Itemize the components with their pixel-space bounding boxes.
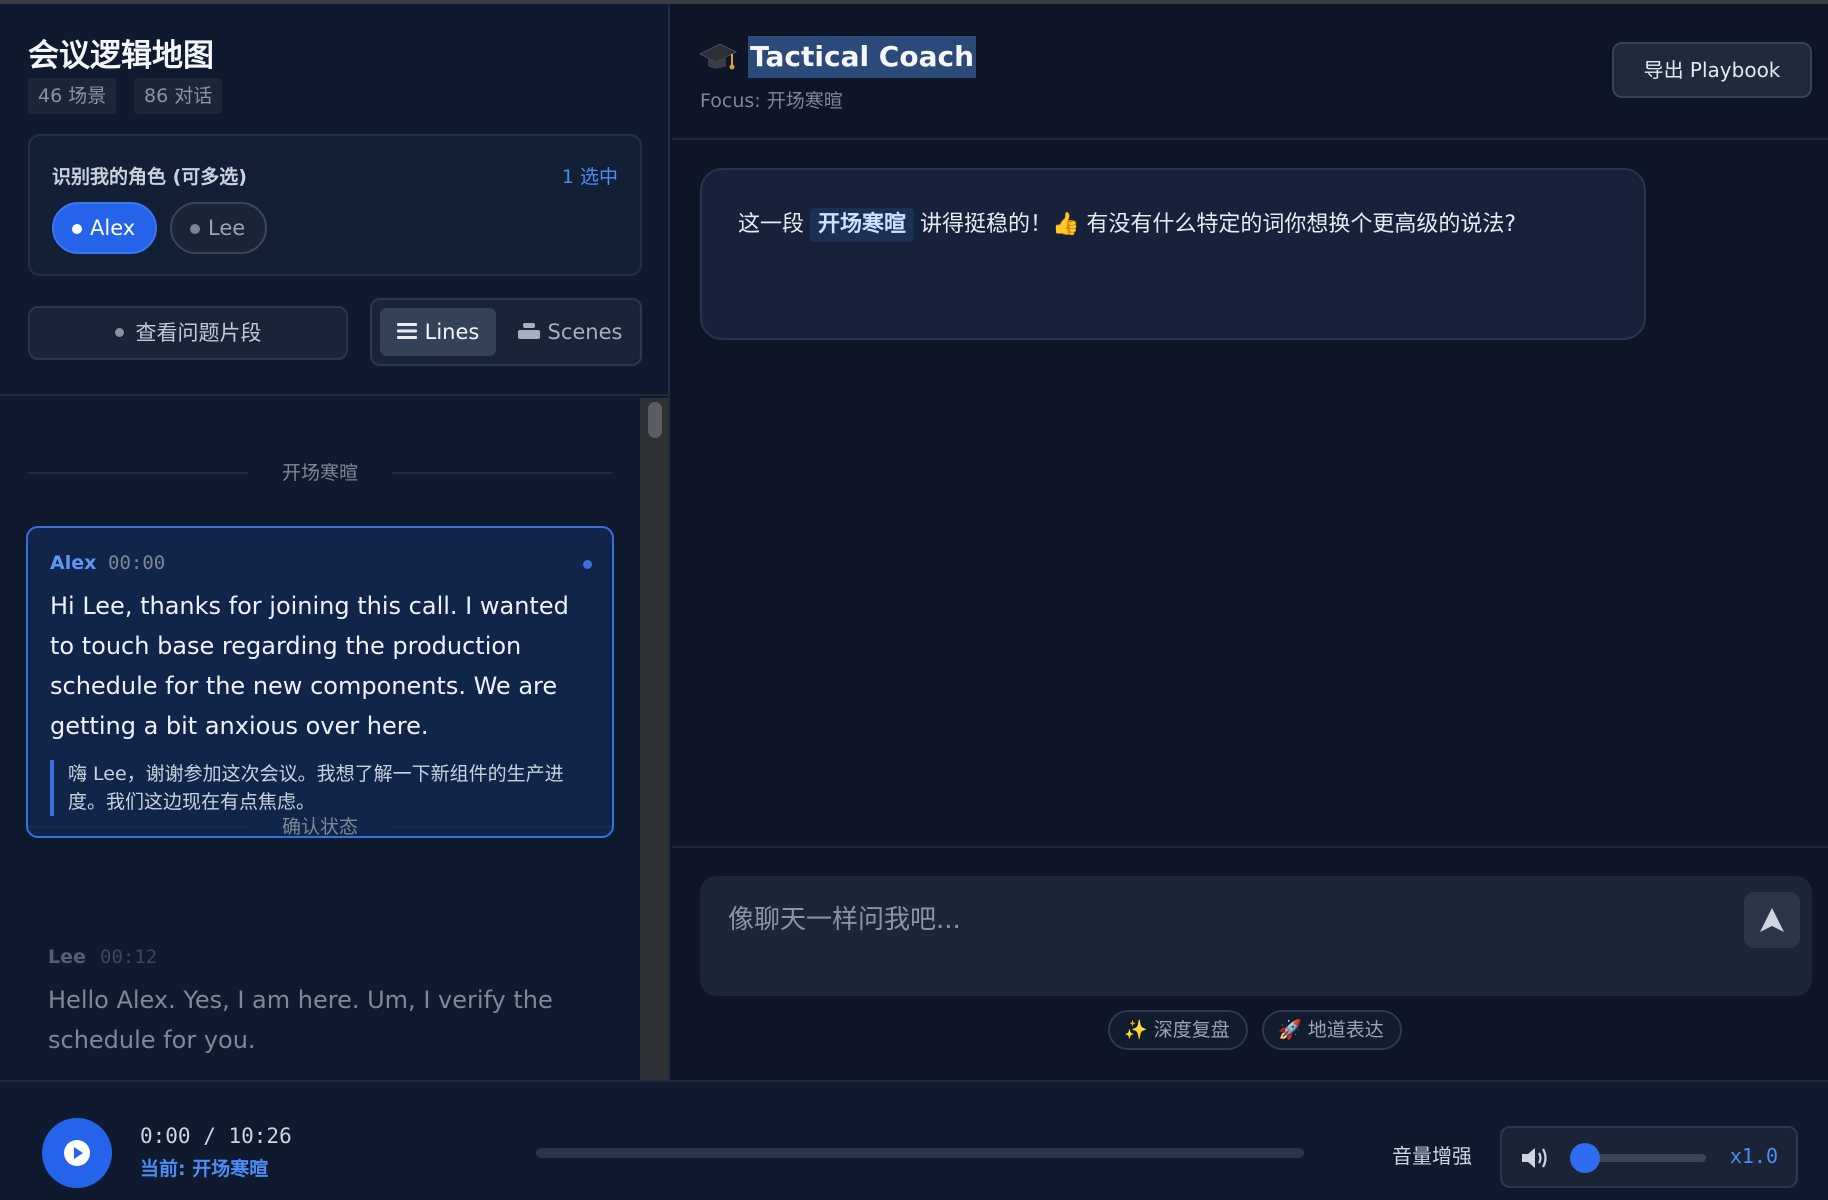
unselected-dot-icon [190, 224, 200, 234]
selected-dot-icon [72, 224, 82, 234]
volume-control: x1.0 [1500, 1126, 1798, 1188]
coach-focus: Focus: 开场寒暄 [700, 90, 843, 112]
role-chip-alex[interactable]: Alex [52, 202, 158, 254]
section-divider: 确认状态 [28, 812, 612, 842]
dot-icon [114, 327, 124, 337]
left-panel: 会议逻辑地图 46 场景 86 对话 识别我的角色 (可多选) 1 选中 Ale… [0, 4, 670, 1080]
message-text: 讲得挺稳的！👍 有没有什么特定的词你想换个更高级的说法? [920, 212, 1517, 237]
role-chip-label: Alex [90, 216, 136, 240]
graduation-cap-icon [698, 43, 738, 70]
section-title: 确认状态 [281, 816, 358, 838]
line-timestamp: 00:12 [100, 946, 158, 968]
transcript-scrollbar[interactable] [640, 398, 668, 1080]
chat-input[interactable] [728, 900, 1688, 940]
line-text: Hello Alex. Yes, I am here. Um, I verify… [48, 986, 553, 1054]
native-expression-button[interactable]: 🚀 地道表达 [1262, 1010, 1402, 1050]
coach-panel: Tactical Coach Focus: 开场寒暄 导出 Playbook 这… [672, 4, 1828, 1080]
transcript-line-active[interactable]: Alex 00:00 Hi Lee, thanks for joining th… [26, 526, 614, 838]
message-text: 这一段 [738, 212, 805, 237]
chat-input-box [700, 876, 1812, 996]
message-highlight: 开场寒暄 [810, 208, 915, 242]
section-divider: 开场寒暄 [28, 458, 612, 488]
divider [672, 846, 1828, 848]
view-issues-button[interactable]: 查看问题片段 [28, 306, 348, 360]
export-playbook-button[interactable]: 导出 Playbook [1612, 42, 1812, 98]
role-chip-label: Lee [208, 216, 246, 240]
coach-message-bubble: 这一段 开场寒暄 讲得挺稳的！👍 有没有什么特定的词你想换个更高级的说法? [700, 168, 1646, 340]
scenes-view-button[interactable]: Scenes [506, 308, 634, 356]
lines-view-button[interactable]: Lines [380, 308, 496, 356]
volume-icon[interactable] [1520, 1144, 1550, 1172]
section-title: 开场寒暄 [281, 462, 358, 484]
volume-slider[interactable] [1570, 1143, 1706, 1173]
transcript-line[interactable]: Lee 00:12 Hello Alex. Yes, I am here. Um… [26, 938, 614, 1080]
progress-bar[interactable] [536, 1148, 1304, 1158]
lines-view-label: Lines [424, 320, 480, 344]
transcript-scrollbar-thumb[interactable] [648, 402, 662, 438]
transcript-list[interactable]: 开场寒暄 Alex 00:00 Hi Lee, thanks for joini… [0, 398, 640, 1080]
speaker-name: Alex [50, 552, 97, 574]
volume-boost-label: 音量增强 [1392, 1144, 1472, 1168]
play-icon [64, 1140, 90, 1166]
send-button[interactable] [1744, 892, 1800, 948]
coach-title: Tactical Coach [748, 36, 977, 78]
deep-review-button[interactable]: ✨ 深度复盘 [1108, 1010, 1248, 1050]
role-chip-lee[interactable]: Lee [170, 202, 268, 254]
app-title: 会议逻辑地图 [28, 38, 214, 74]
dialog-count-badge: 86 对话 [134, 78, 223, 114]
volume-slider-thumb[interactable] [1570, 1143, 1601, 1173]
view-toggle: Lines Scenes [370, 298, 642, 366]
role-selected-count: 1 选中 [561, 166, 618, 188]
line-translation: 嗨 Lee，谢谢参加这次会议。我想了解一下新组件的生产进度。我们这边现在有点焦虑… [50, 760, 590, 816]
left-panel-header: 会议逻辑地图 46 场景 86 对话 识别我的角色 (可多选) 1 选中 Ale… [0, 4, 668, 396]
role-selector-title: 识别我的角色 (可多选) [52, 166, 247, 188]
coach-message: 这一段 开场寒暄 讲得挺稳的！👍 有没有什么特定的词你想换个更高级的说法? [738, 200, 1608, 249]
audio-player: 0:00 / 10:26 当前: 开场寒暄 音量增强 x1.0 [0, 1080, 1828, 1200]
list-icon [396, 323, 417, 339]
playback-speed[interactable]: x1.0 [1730, 1144, 1778, 1168]
send-icon [1760, 908, 1784, 932]
active-indicator-icon [583, 560, 592, 569]
line-text: Hi Lee, thanks for joining this call. I … [50, 592, 569, 740]
scenes-view-label: Scenes [547, 320, 623, 344]
stack-icon [517, 323, 540, 339]
coach-header: Tactical Coach Focus: 开场寒暄 导出 Playbook [672, 4, 1828, 140]
role-selector: 识别我的角色 (可多选) 1 选中 Alex Lee [28, 134, 642, 276]
line-timestamp: 00:00 [108, 552, 166, 574]
speaker-name: Lee [48, 946, 86, 968]
current-scene: 当前: 开场寒暄 [140, 1158, 269, 1180]
view-issues-label: 查看问题片段 [135, 321, 262, 345]
scene-count-badge: 46 场景 [28, 78, 117, 114]
playback-time: 0:00 / 10:26 [140, 1124, 292, 1148]
play-button[interactable] [42, 1118, 112, 1188]
